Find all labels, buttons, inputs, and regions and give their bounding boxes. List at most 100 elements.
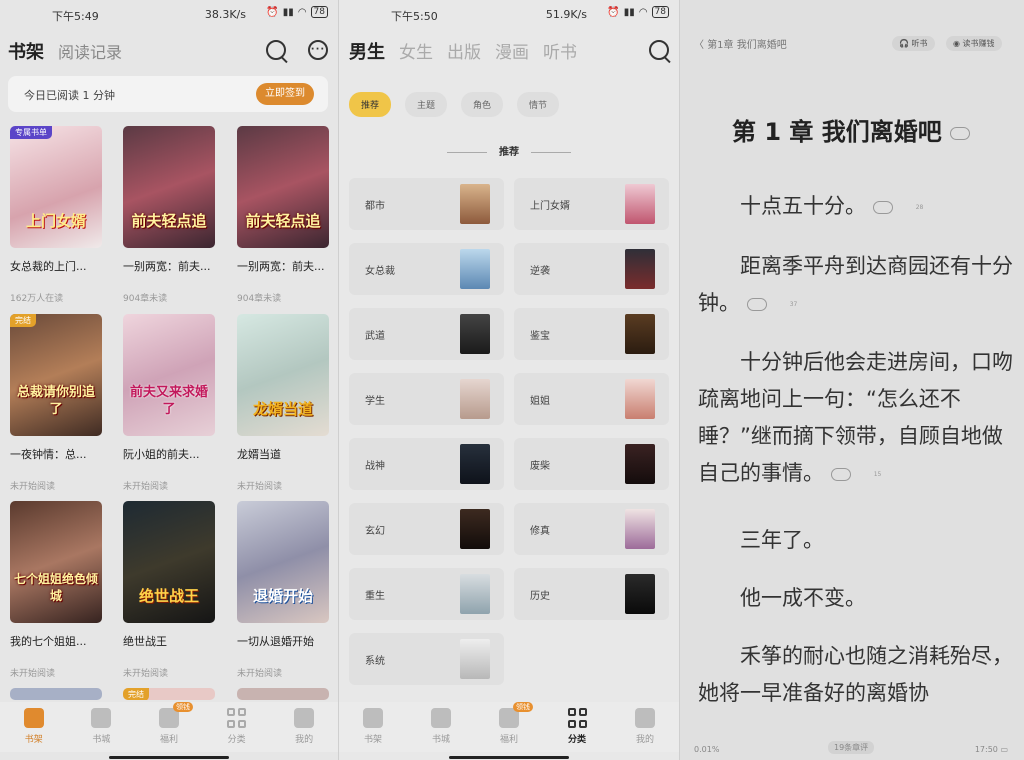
category-item[interactable]: 重生 <box>349 568 504 620</box>
category-thumbnail <box>625 379 655 419</box>
cover-title: 前夫又来求婚了 <box>129 385 208 417</box>
nav-rewards[interactable]: 领钱 福利 <box>479 702 539 752</box>
book-item[interactable]: 前夫轻点追 一别两宽：前夫... 904章未读 <box>123 126 215 304</box>
nav-categories[interactable]: 分类 <box>207 702 267 752</box>
category-thumbnail <box>460 509 490 549</box>
tab-male[interactable]: 男生 <box>346 38 385 64</box>
book-cover: 前夫轻点追 <box>237 126 329 248</box>
sign-in-button[interactable]: 立即签到 <box>256 83 314 105</box>
nav-categories[interactable]: 分类 <box>547 702 607 752</box>
home-indicator <box>109 756 229 759</box>
category-item[interactable]: 武道 <box>349 308 504 360</box>
nav-bookstore[interactable]: 书城 <box>411 702 471 752</box>
nav-label: 福利 <box>159 735 178 745</box>
book-item[interactable]: 绝世战王 绝世战王 未开始阅读 <box>123 501 215 679</box>
nav-profile[interactable]: 我的 <box>615 702 675 752</box>
nav-label: 福利 <box>499 735 518 745</box>
category-item[interactable]: 鉴宝 <box>514 308 669 360</box>
listen-button[interactable]: 🎧 听书 <box>892 36 935 51</box>
comment-icon[interactable]: 15 <box>830 467 881 481</box>
category-item[interactable]: 系统 <box>349 633 504 685</box>
category-label: 重生 <box>365 591 385 602</box>
tab-bookshelf[interactable]: 书架 <box>5 38 44 64</box>
category-label: 废柴 <box>530 461 550 472</box>
nav-bookshelf[interactable]: 书架 <box>343 702 403 752</box>
reader-clock: 17:50 ▭ <box>975 745 1008 754</box>
reader-header[interactable]: 〈 第1章 我们离婚吧 <box>694 36 787 51</box>
category-item[interactable]: 女总裁 <box>349 243 504 295</box>
category-item[interactable]: 上门女婿 <box>514 178 669 230</box>
search-icon[interactable] <box>266 40 286 60</box>
cover-title: 七个姐姐绝色倾城 <box>14 572 99 603</box>
book-item[interactable]: 七个姐姐绝色倾城 我的七个姐姐... 未开始阅读 <box>10 501 102 679</box>
book-item-partial[interactable] <box>10 688 102 700</box>
category-item[interactable]: 学生 <box>349 373 504 425</box>
earn-label: 读书赚钱 <box>962 39 995 48</box>
book-status: 904章未读 <box>237 294 282 304</box>
book-cover <box>237 688 329 700</box>
book-item[interactable]: 完结 总裁请你别追了 一夜钟情：总... 未开始阅读 <box>10 314 102 492</box>
comment-icon[interactable] <box>950 126 971 140</box>
more-icon[interactable]: ··· <box>308 40 328 60</box>
book-cover: 专属书单 上门女婿 <box>10 126 102 248</box>
nav-bookstore[interactable]: 书城 <box>71 702 131 752</box>
paragraph: 三年了。 <box>698 522 1016 559</box>
book-item-partial[interactable] <box>237 688 329 700</box>
chapter-comments-button[interactable]: 19条章评 <box>828 741 875 754</box>
book-item[interactable]: 龙婿当道 龙婿当道 未开始阅读 <box>237 314 329 492</box>
nav-rewards[interactable]: 领钱 福利 <box>139 702 199 752</box>
book-cover <box>10 688 102 700</box>
listen-label: 听书 <box>911 39 928 48</box>
bottom-nav: 书架 书城 领钱 福利 分类 我的 <box>0 702 338 752</box>
back-icon[interactable]: 〈 <box>694 40 707 51</box>
book-item[interactable]: 退婚开始 一切从退婚开始 未开始阅读 <box>237 501 329 679</box>
chip-recommended[interactable]: 推荐 <box>349 92 392 117</box>
paragraph-text: 禾筝的耐心也随之消耗殆尽，她将一早准备好的离婚协 <box>698 644 1013 705</box>
header-actions <box>649 40 669 60</box>
bookshelf-icon <box>363 708 383 728</box>
tab-comics[interactable]: 漫画 <box>495 38 529 63</box>
category-item[interactable]: 废柴 <box>514 438 669 490</box>
bookshelf-tabs: 书架 阅读记录 <box>5 38 122 64</box>
book-item[interactable]: 前夫轻点追 一别两宽：前夫... 904章未读 <box>237 126 329 304</box>
category-label: 逆袭 <box>530 266 550 277</box>
book-item-partial[interactable]: 完结 <box>123 688 215 700</box>
book-cover: 退婚开始 <box>237 501 329 623</box>
book-item[interactable]: 前夫又来求婚了 阮小姐的前夫... 未开始阅读 <box>123 314 215 492</box>
category-thumbnail <box>460 444 490 484</box>
category-item[interactable]: 都市 <box>349 178 504 230</box>
paragraph-text: 三年了。 <box>740 528 824 552</box>
book-status: 未开始阅读 <box>10 482 56 492</box>
coin-icon: ◉ <box>953 39 960 48</box>
comment-icon[interactable]: 37 <box>746 297 797 311</box>
comment-icon[interactable]: 28 <box>872 200 923 214</box>
search-icon[interactable] <box>649 40 669 60</box>
tab-reading-history[interactable]: 阅读记录 <box>58 39 122 63</box>
book-title: 龙婿当道 <box>237 448 281 461</box>
chip-plot[interactable]: 情节 <box>517 92 560 117</box>
rewards-badge: 领钱 <box>172 702 193 712</box>
book-cover: 七个姐姐绝色倾城 <box>10 501 102 623</box>
book-status: 未开始阅读 <box>237 669 283 679</box>
category-item[interactable]: 姐姐 <box>514 373 669 425</box>
category-item[interactable]: 战神 <box>349 438 504 490</box>
reading-progress: 0.01% <box>694 745 720 754</box>
nav-bookshelf[interactable]: 书架 <box>4 702 64 752</box>
grid-icon <box>227 708 247 728</box>
category-item[interactable]: 逆袭 <box>514 243 669 295</box>
category-item[interactable]: 修真 <box>514 503 669 555</box>
category-item[interactable]: 历史 <box>514 568 669 620</box>
book-cover: 前夫又来求婚了 <box>123 314 215 436</box>
earn-button[interactable]: ◉ 读书赚钱 <box>946 36 1002 51</box>
chip-character[interactable]: 角色 <box>461 92 504 117</box>
tab-female[interactable]: 女生 <box>399 38 433 63</box>
book-status: 未开始阅读 <box>10 669 56 679</box>
nav-label: 书架 <box>363 735 382 745</box>
tab-published[interactable]: 出版 <box>447 38 481 63</box>
status-time: 下午5:50 <box>391 10 438 23</box>
category-item[interactable]: 玄幻 <box>349 503 504 555</box>
nav-profile[interactable]: 我的 <box>274 702 334 752</box>
chip-theme[interactable]: 主题 <box>405 92 448 117</box>
tab-audiobooks[interactable]: 听书 <box>543 38 577 63</box>
book-item[interactable]: 专属书单 上门女婿 女总裁的上门... 162万人在读 <box>10 126 102 304</box>
